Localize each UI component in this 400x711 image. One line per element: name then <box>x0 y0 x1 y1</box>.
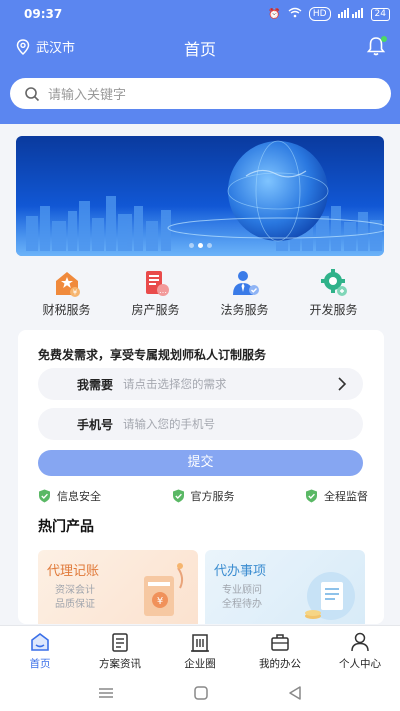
banner-carousel[interactable] <box>16 136 384 256</box>
carousel-indicator <box>16 243 384 248</box>
menu-icon[interactable] <box>98 687 114 699</box>
service-grid: ¥ 财税服务 … 房产服务 法务服务 开发服务 <box>0 268 400 320</box>
product-line: 品质保证 <box>55 599 95 610</box>
product-line: 专业顾问 <box>222 585 262 596</box>
tab-label: 我的办公 <box>259 658 301 670</box>
back-icon[interactable] <box>288 686 302 700</box>
alarm-icon: ⏰ <box>268 8 281 20</box>
tab-profile[interactable]: 个人中心 <box>320 626 400 675</box>
service-dev[interactable]: 开发服务 <box>299 268 369 320</box>
hot-products-title: 热门产品 <box>38 519 94 535</box>
demand-form-card: 免费发需求，享受专属规划师私人订制服务 我需要 请点击选择您的需求 手机号 请输… <box>18 330 384 624</box>
need-selector[interactable]: 我需要 请点击选择您的需求 <box>38 368 363 400</box>
banner-image <box>16 140 384 256</box>
signal-icon <box>337 7 364 21</box>
tab-label: 个人中心 <box>339 658 381 670</box>
agency-illustration-icon <box>305 572 355 620</box>
tab-label: 企业圈 <box>184 658 216 670</box>
news-icon <box>112 633 128 652</box>
product-card-agency[interactable]: 代办事项 专业顾问 全程待办 <box>205 550 365 624</box>
svg-text:¥: ¥ <box>72 289 77 297</box>
home-icon <box>31 633 49 651</box>
property-service-icon: … <box>145 271 169 296</box>
carousel-dot[interactable] <box>206 243 212 248</box>
notification-button[interactable] <box>366 35 387 57</box>
need-label: 我需要 <box>76 377 113 392</box>
svg-text:¥: ¥ <box>157 596 163 607</box>
status-time: 09:37 <box>24 7 63 21</box>
service-label: 房产服务 <box>131 303 180 317</box>
system-nav-bar <box>0 675 400 711</box>
bookkeeping-illustration-icon: ¥ <box>144 563 184 616</box>
briefcase-icon <box>271 634 289 651</box>
carousel-dot-active[interactable] <box>197 243 203 248</box>
product-title: 代办事项 <box>214 564 267 579</box>
badge-item: 官方服务 <box>172 488 235 504</box>
service-property[interactable]: … 房产服务 <box>121 268 191 320</box>
service-label: 开发服务 <box>309 303 358 317</box>
badge-label: 全程监督 <box>324 490 368 503</box>
service-label: 法务服务 <box>220 303 269 317</box>
submit-button[interactable]: 提交 <box>38 450 363 476</box>
home-square-icon[interactable] <box>194 686 208 700</box>
user-icon <box>351 632 369 652</box>
service-tax[interactable]: ¥ 财税服务 <box>32 268 102 320</box>
service-label: 财税服务 <box>42 303 91 317</box>
phone-field[interactable]: 手机号 请输入您的手机号 <box>38 408 363 440</box>
status-icons: ⏰ HD 24 <box>268 7 390 21</box>
shield-check-icon <box>172 489 184 503</box>
tab-news[interactable]: 方案资讯 <box>80 626 160 675</box>
need-placeholder: 请点击选择您的需求 <box>123 377 227 391</box>
product-line: 资深会计 <box>55 585 95 596</box>
phone-label: 手机号 <box>76 417 113 432</box>
search-input[interactable]: 请输入关键字 <box>10 78 391 109</box>
badge-label: 信息安全 <box>57 490 101 503</box>
wifi-icon <box>288 7 302 21</box>
tab-enterprise[interactable]: 企业圈 <box>160 626 240 675</box>
hd-badge: HD <box>308 7 331 21</box>
badge-item: 全程监督 <box>305 488 368 504</box>
carousel-dot[interactable] <box>188 243 194 248</box>
legal-service-icon <box>232 271 259 295</box>
header: 武汉市 首页 请输入关键字 <box>0 28 400 124</box>
notification-dot <box>381 36 387 42</box>
tab-label: 方案资讯 <box>99 658 141 670</box>
product-line: 全程待办 <box>222 599 262 610</box>
chevron-right-icon <box>338 377 347 391</box>
product-card-bookkeeping[interactable]: 代理记账 资深会计 品质保证 ¥ <box>38 550 198 624</box>
bottom-tab-bar: 首页 方案资讯 企业圈 我的办公 个人中心 <box>0 625 400 675</box>
product-title: 代理记账 <box>47 564 100 579</box>
dev-service-icon <box>320 269 347 296</box>
badge-label: 官方服务 <box>190 490 235 503</box>
shield-check-icon <box>39 489 50 503</box>
battery-icon: 24 <box>370 7 390 21</box>
phone-placeholder: 请输入您的手机号 <box>123 417 215 431</box>
page-title: 首页 <box>183 40 216 59</box>
form-title: 免费发需求，享受专属规划师私人订制服务 <box>38 348 267 362</box>
search-placeholder: 请输入关键字 <box>48 88 127 103</box>
status-bar: 09:37 ⏰ HD 24 <box>0 0 400 28</box>
tab-office[interactable]: 我的办公 <box>240 626 320 675</box>
service-legal[interactable]: 法务服务 <box>210 268 280 320</box>
tax-service-icon: ¥ <box>55 272 80 297</box>
svg-text:…: … <box>159 286 167 295</box>
tab-label: 首页 <box>29 658 51 670</box>
building-icon <box>191 634 209 652</box>
search-icon <box>25 86 40 101</box>
shield-check-icon <box>306 489 317 503</box>
badge-item: 信息安全 <box>38 488 101 504</box>
trust-badges: 信息安全 官方服务 全程监督 <box>38 488 368 504</box>
tab-home[interactable]: 首页 <box>0 626 80 675</box>
